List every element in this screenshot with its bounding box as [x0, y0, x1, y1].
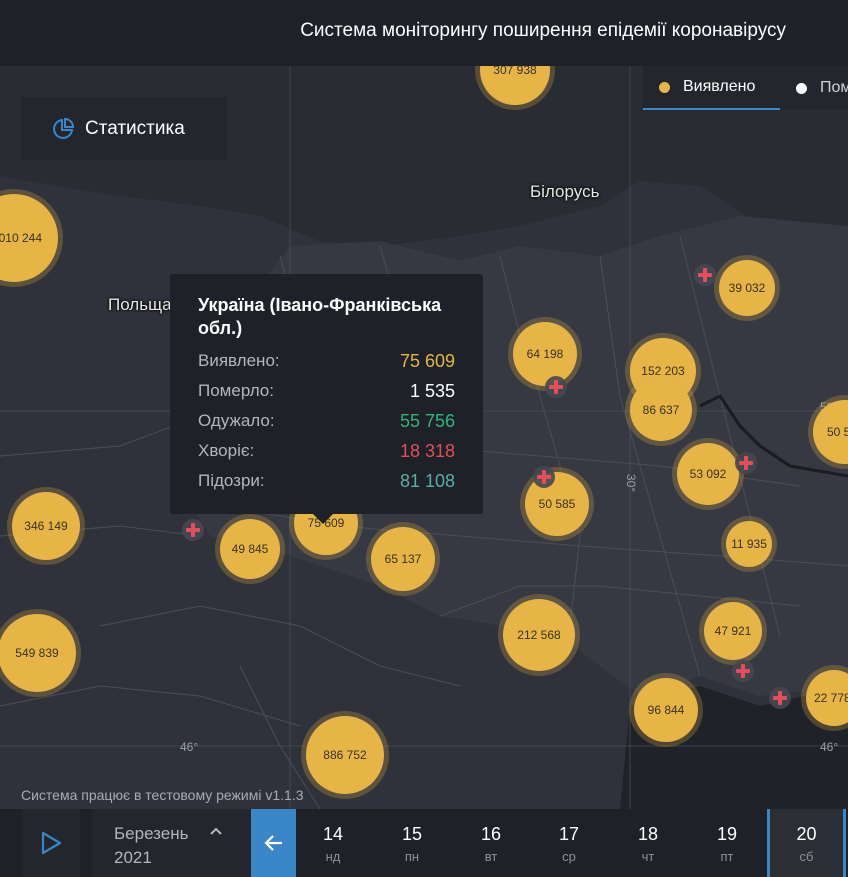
day-weekday: вт: [484, 849, 498, 864]
tooltip-row-label: Підозри:: [198, 471, 265, 490]
region-bubble[interactable]: 346 149: [12, 492, 80, 560]
day-weekday: нд: [325, 849, 341, 864]
tooltip-row-suspected: Підозри: 81 108: [198, 466, 455, 496]
app: Система моніторингу поширення епідемії к…: [0, 0, 848, 877]
year: 2021: [114, 848, 152, 867]
legend-tab-deaths[interactable]: Пом: [780, 66, 848, 110]
chevron-up-icon: [210, 827, 222, 835]
region-bubble[interactable]: 86 637: [630, 379, 692, 441]
region-tooltip: Україна (Івано-Франківська обл.) Виявлен…: [170, 274, 483, 524]
legend-tab-label: Пом: [820, 79, 848, 96]
tooltip-row-recovered: Одужало: 55 756: [198, 406, 455, 436]
grid-label-46-right: 46°: [820, 740, 839, 754]
grid-label-46-left: 46°: [180, 740, 199, 754]
day-weekday: пн: [404, 849, 420, 864]
play-button[interactable]: [22, 809, 80, 877]
day-weekday: пт: [720, 849, 734, 864]
red-cross-icon[interactable]: [769, 687, 791, 709]
day-weekday: чт: [641, 849, 655, 864]
statistics-button-label: Статистика: [85, 117, 185, 139]
day-18[interactable]: 18 чт: [618, 809, 678, 877]
country-label-belarus: Білорусь: [530, 182, 600, 201]
red-cross-icon[interactable]: [732, 660, 754, 682]
page-title: Система моніторингу поширення епідемії к…: [300, 20, 786, 41]
region-bubble[interactable]: 96 844: [634, 678, 698, 742]
region-bubble[interactable]: 64 198: [513, 322, 577, 386]
statistics-button[interactable]: Статистика: [21, 97, 227, 160]
legend-tab-detected[interactable]: Виявлено: [643, 66, 780, 110]
day-number: 18: [637, 824, 659, 844]
region-bubble[interactable]: 39 032: [719, 260, 775, 316]
day-number: 20: [796, 824, 817, 844]
day-number: 16: [480, 824, 502, 844]
region-bubble[interactable]: 549 839: [0, 614, 76, 692]
red-cross-icon[interactable]: [533, 466, 555, 488]
day-15[interactable]: 15 пн: [382, 809, 442, 877]
previous-day-button[interactable]: [251, 809, 296, 877]
tooltip-row-value: 55 756: [399, 410, 455, 431]
day-number: 14: [322, 824, 344, 844]
month-selector[interactable]: Березень 2021: [92, 809, 251, 877]
day-20-selected[interactable]: 20 сб: [767, 809, 846, 877]
day-16[interactable]: 16 вт: [461, 809, 521, 877]
arrow-left-icon: [263, 835, 282, 851]
tooltip-row-detected: Виявлено: 75 609: [198, 346, 455, 376]
day-number: 15: [401, 824, 423, 844]
tooltip-title: Україна (Івано-Франківська обл.): [198, 295, 442, 338]
red-cross-icon[interactable]: [182, 519, 204, 541]
region-bubble[interactable]: 49 845: [220, 519, 280, 579]
region-bubble[interactable]: 11 935: [726, 521, 772, 567]
pie-chart-icon: [53, 117, 75, 139]
legend-tabs: Виявлено Пом: [643, 66, 848, 110]
day-number: 19: [716, 824, 738, 844]
region-bubble[interactable]: 65 137: [371, 527, 435, 591]
tooltip-row-label: Померло:: [198, 381, 274, 400]
play-icon: [41, 831, 62, 855]
region-bubble[interactable]: 53 092: [677, 443, 739, 505]
day-number: 17: [558, 824, 580, 844]
grid-label-30: 30°: [624, 473, 639, 493]
region-bubble[interactable]: 886 752: [306, 716, 384, 794]
tooltip-row-value: 1 535: [409, 380, 455, 401]
red-cross-icon[interactable]: [694, 264, 716, 286]
red-cross-icon[interactable]: [735, 452, 757, 474]
tooltip-row-deaths: Померло: 1 535: [198, 376, 455, 406]
month-name: Березень: [114, 824, 189, 843]
tooltip-row-value: 75 609: [399, 350, 455, 371]
top-bar: Система моніторингу поширення епідемії к…: [0, 0, 848, 66]
legend-tab-label: Виявлено: [683, 78, 756, 95]
tooltip-row-value: 18 318: [399, 440, 455, 461]
day-19[interactable]: 19 пт: [697, 809, 757, 877]
region-bubble[interactable]: 212 568: [503, 599, 575, 671]
day-17[interactable]: 17 ср: [539, 809, 599, 877]
tooltip-row-label: Хворіє:: [198, 441, 255, 460]
tooltip-row-value: 81 108: [399, 470, 455, 491]
white-dot-icon: [796, 82, 807, 94]
country-label-poland: Польща: [108, 295, 172, 314]
tooltip-row-label: Виявлено:: [198, 351, 280, 370]
yellow-dot-icon: [659, 81, 670, 93]
day-14[interactable]: 14 нд: [303, 809, 363, 877]
day-weekday: сб: [799, 849, 814, 864]
region-bubble[interactable]: 47 921: [704, 602, 762, 660]
tooltip-row-sick: Хворіє: 18 318: [198, 436, 455, 466]
red-cross-icon[interactable]: [545, 376, 567, 398]
timeline-bar: Березень 2021 14 нд 15 пн 16 вт 17 ср 18…: [0, 809, 848, 877]
day-weekday: ср: [562, 849, 576, 864]
tooltip-row-label: Одужало:: [198, 411, 275, 430]
version-note: Система працює в тестовому режимі v1.1.3: [21, 787, 304, 803]
